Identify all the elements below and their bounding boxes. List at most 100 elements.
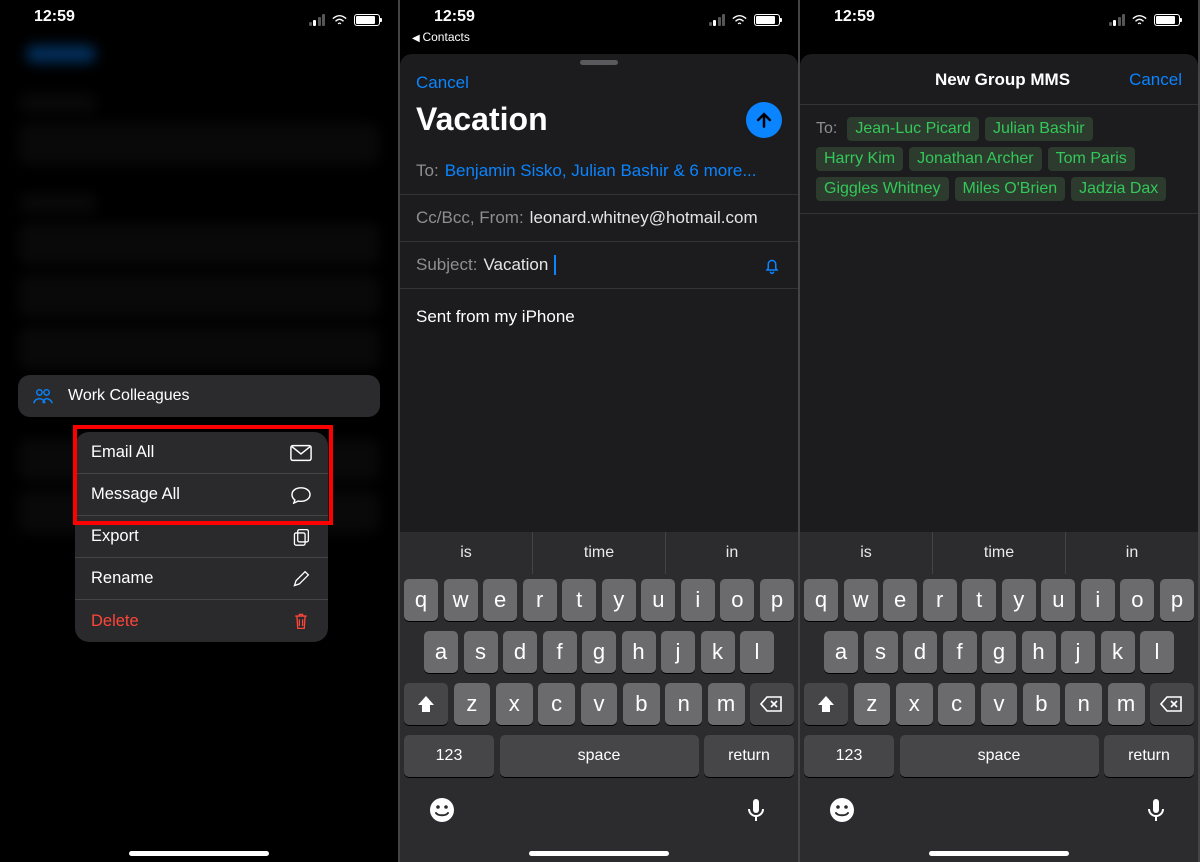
recipient-pill[interactable]: Giggles Whitney [816,177,949,201]
send-button[interactable] [746,102,782,138]
cancel-button[interactable]: Cancel [416,73,469,93]
suggestion-3[interactable]: in [666,532,798,574]
key-y[interactable]: y [1002,579,1036,621]
to-field[interactable]: To: Jean-Luc PicardJulian BashirHarry Ki… [800,105,1198,214]
recipient-pill[interactable]: Jadzia Dax [1071,177,1166,201]
key-r[interactable]: r [523,579,557,621]
key-c[interactable]: c [938,683,975,725]
key-q[interactable]: q [404,579,438,621]
recipient-pill[interactable]: Jonathan Archer [909,147,1042,171]
key-i[interactable]: i [681,579,715,621]
key-b[interactable]: b [1023,683,1060,725]
recipient-pill[interactable]: Tom Paris [1048,147,1135,171]
people-icon [32,387,54,405]
space-key[interactable]: space [900,735,1099,777]
mic-icon[interactable] [1142,796,1170,824]
home-indicator[interactable] [529,851,669,856]
key-a[interactable]: a [424,631,458,673]
key-d[interactable]: d [903,631,937,673]
key-e[interactable]: e [483,579,517,621]
key-m[interactable]: m [1108,683,1145,725]
mic-icon[interactable] [742,796,770,824]
key-h[interactable]: h [1022,631,1056,673]
cc-field[interactable]: Cc/Bcc, From: leonard.whitney@hotmail.co… [400,195,798,242]
suggestion-3[interactable]: in [1066,532,1198,574]
key-e[interactable]: e [883,579,917,621]
key-a[interactable]: a [824,631,858,673]
key-g[interactable]: g [982,631,1016,673]
subject-field[interactable]: Subject: Vacation [400,242,798,289]
return-key[interactable]: return [704,735,794,777]
suggestion-1[interactable]: is [800,532,933,574]
key-c[interactable]: c [538,683,575,725]
number-key[interactable]: 123 [804,735,894,777]
key-g[interactable]: g [582,631,616,673]
key-z[interactable]: z [454,683,491,725]
to-field[interactable]: To: Benjamin Sisko, Julian Bashir & 6 mo… [400,148,798,195]
emoji-icon[interactable] [828,796,856,824]
key-s[interactable]: s [864,631,898,673]
shift-key[interactable] [404,683,448,725]
key-y[interactable]: y [602,579,636,621]
suggestion-2[interactable]: time [933,532,1066,574]
key-w[interactable]: w [444,579,478,621]
key-n[interactable]: n [1065,683,1102,725]
selected-group-row[interactable]: Work Colleagues [18,375,380,417]
suggestion-1[interactable]: is [400,532,533,574]
key-f[interactable]: f [943,631,977,673]
key-p[interactable]: p [760,579,794,621]
key-o[interactable]: o [1120,579,1154,621]
backspace-key[interactable] [1150,683,1194,725]
key-u[interactable]: u [641,579,675,621]
key-i[interactable]: i [1081,579,1115,621]
key-l[interactable]: l [1140,631,1174,673]
key-p[interactable]: p [1160,579,1194,621]
bell-icon[interactable] [762,255,782,275]
key-x[interactable]: x [496,683,533,725]
key-d[interactable]: d [503,631,537,673]
key-u[interactable]: u [1041,579,1075,621]
key-n[interactable]: n [665,683,702,725]
menu-message-all[interactable]: Message All [75,474,328,516]
cancel-button[interactable]: Cancel [1129,70,1182,90]
key-k[interactable]: k [1101,631,1135,673]
key-t[interactable]: t [562,579,596,621]
key-m[interactable]: m [708,683,745,725]
key-q[interactable]: q [804,579,838,621]
backspace-key[interactable] [750,683,794,725]
suggestion-2[interactable]: time [533,532,666,574]
shift-key[interactable] [804,683,848,725]
key-f[interactable]: f [543,631,577,673]
key-z[interactable]: z [854,683,891,725]
key-x[interactable]: x [896,683,933,725]
key-j[interactable]: j [661,631,695,673]
key-t[interactable]: t [962,579,996,621]
key-k[interactable]: k [701,631,735,673]
to-label: To: [416,161,439,181]
key-r[interactable]: r [923,579,957,621]
recipient-pill[interactable]: Julian Bashir [985,117,1093,141]
home-indicator[interactable] [129,851,269,856]
home-indicator[interactable] [929,851,1069,856]
menu-rename[interactable]: Rename [75,558,328,600]
emoji-icon[interactable] [428,796,456,824]
key-o[interactable]: o [720,579,754,621]
recipient-pill[interactable]: Harry Kim [816,147,903,171]
key-v[interactable]: v [981,683,1018,725]
space-key[interactable]: space [500,735,699,777]
key-b[interactable]: b [623,683,660,725]
key-l[interactable]: l [740,631,774,673]
key-j[interactable]: j [1061,631,1095,673]
recipient-pill[interactable]: Miles O'Brien [955,177,1066,201]
return-key[interactable]: return [1104,735,1194,777]
back-to-contacts[interactable]: Contacts [400,30,798,44]
menu-delete[interactable]: Delete [75,600,328,642]
number-key[interactable]: 123 [404,735,494,777]
menu-export[interactable]: Export [75,516,328,558]
key-s[interactable]: s [464,631,498,673]
key-v[interactable]: v [581,683,618,725]
recipient-pill[interactable]: Jean-Luc Picard [847,117,979,141]
key-h[interactable]: h [622,631,656,673]
menu-email-all[interactable]: Email All [75,432,328,474]
key-w[interactable]: w [844,579,878,621]
